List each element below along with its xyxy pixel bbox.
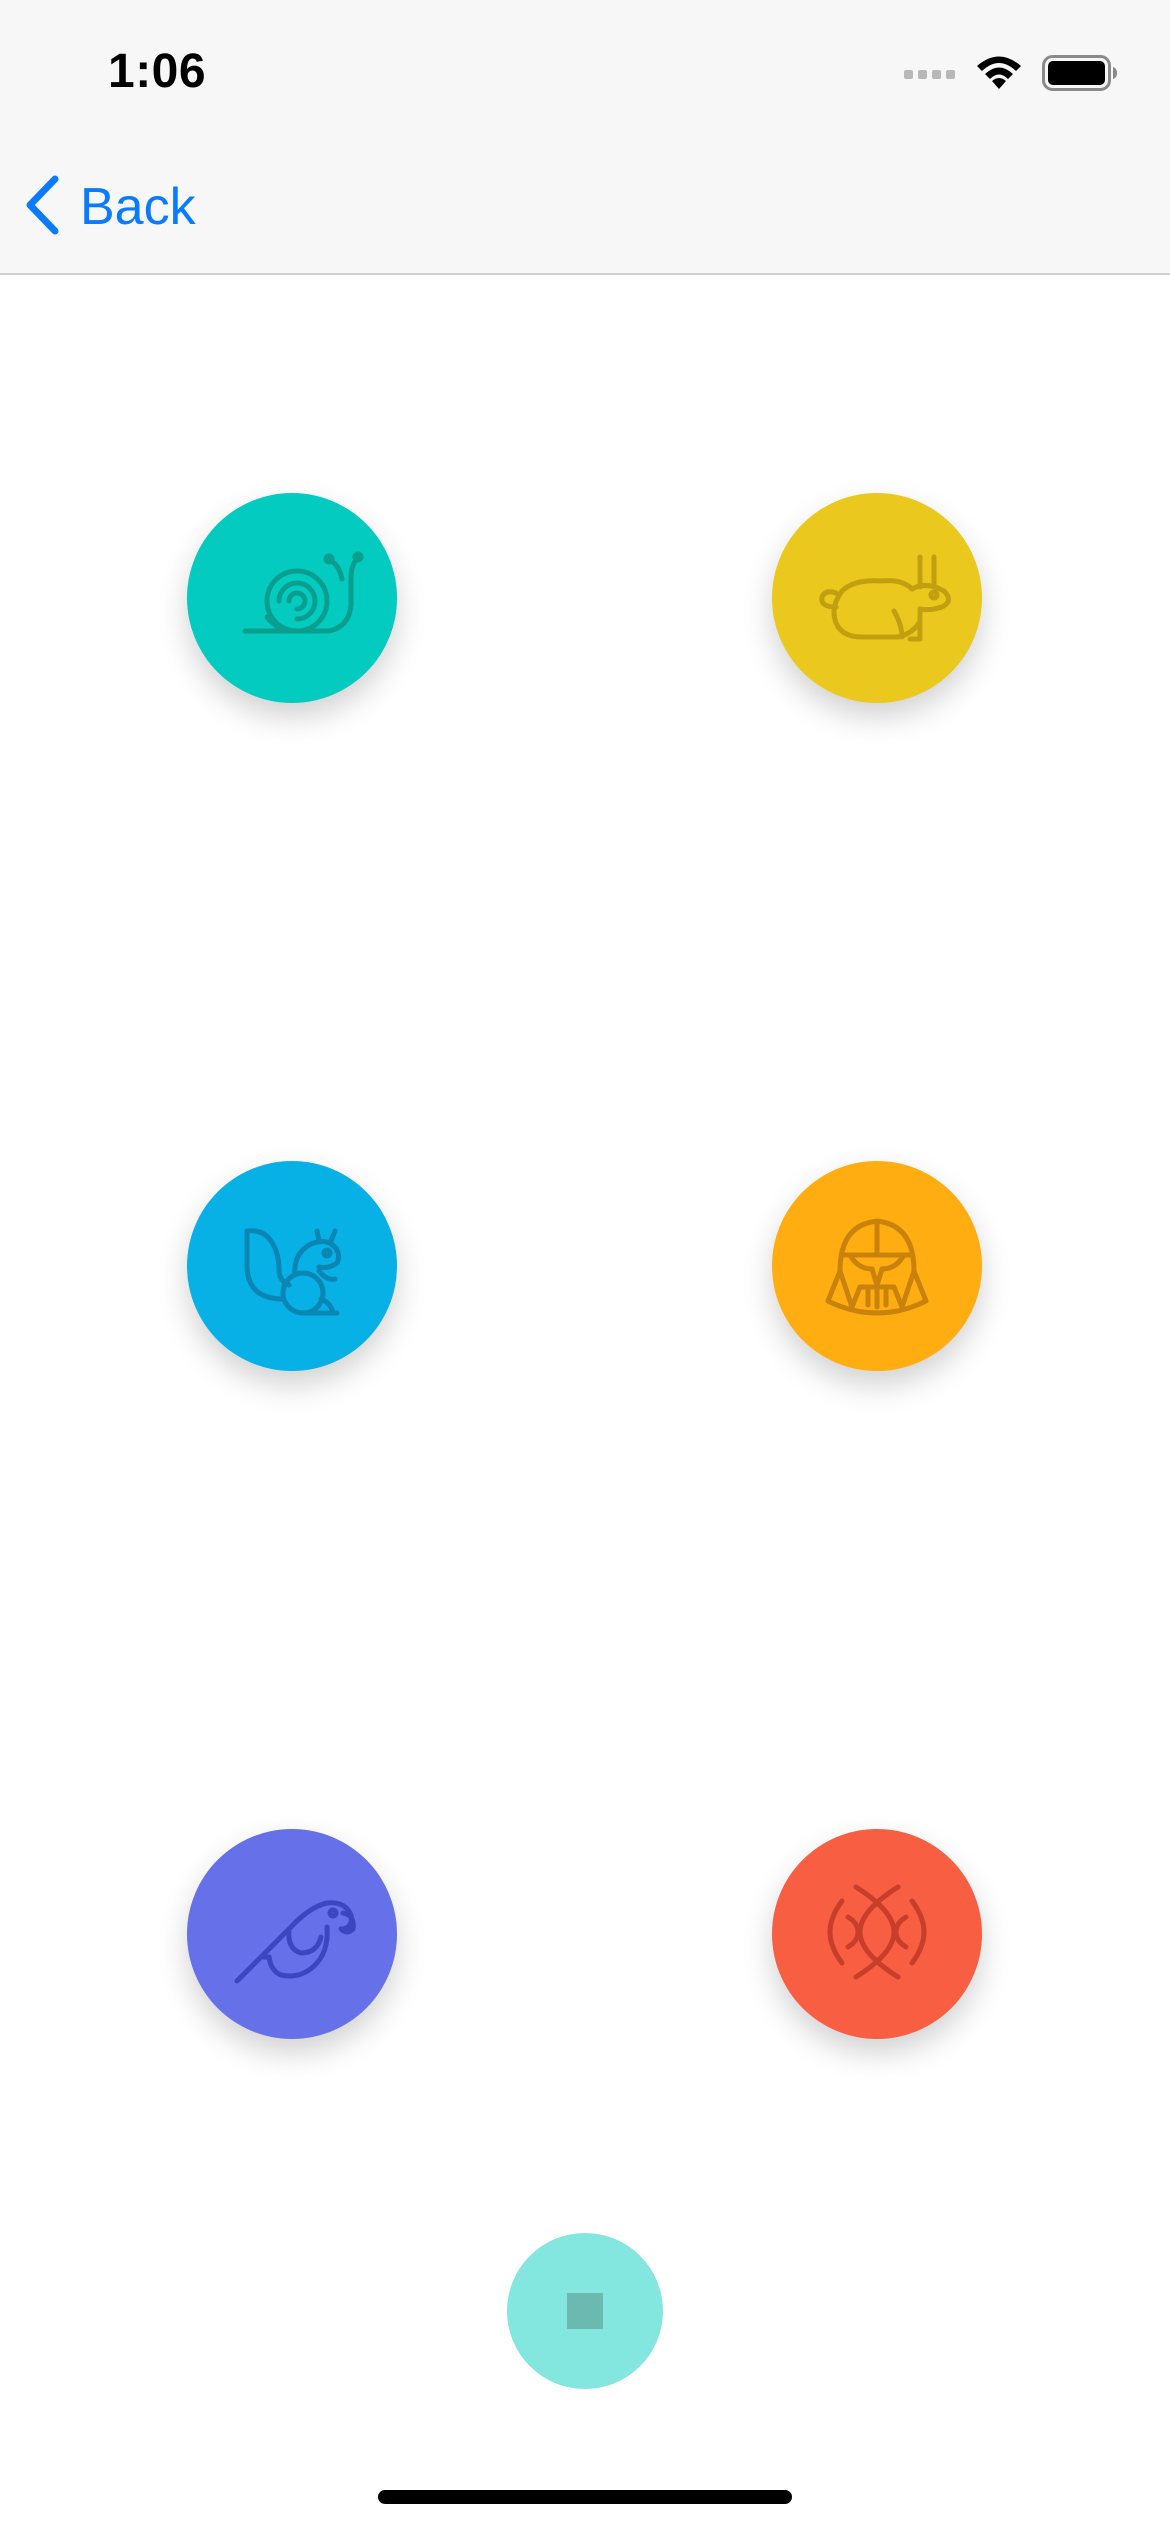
home-indicator [378,2490,792,2504]
snail-icon [217,521,367,676]
stop-icon [567,2293,603,2329]
sound-waves-button[interactable] [772,1829,982,2039]
rabbit-button[interactable] [772,493,982,703]
darth-vader-icon [802,1189,952,1344]
sound-button-grid [0,0,1170,2532]
squirrel-icon [217,1189,367,1344]
parrot-icon [217,1857,367,2012]
stop-button[interactable] [507,2233,663,2389]
rabbit-icon [802,521,952,676]
squirrel-button[interactable] [187,1161,397,1371]
snail-button[interactable] [187,493,397,703]
parrot-button[interactable] [187,1829,397,2039]
darth-vader-button[interactable] [772,1161,982,1371]
sound-waves-icon [802,1857,952,2012]
